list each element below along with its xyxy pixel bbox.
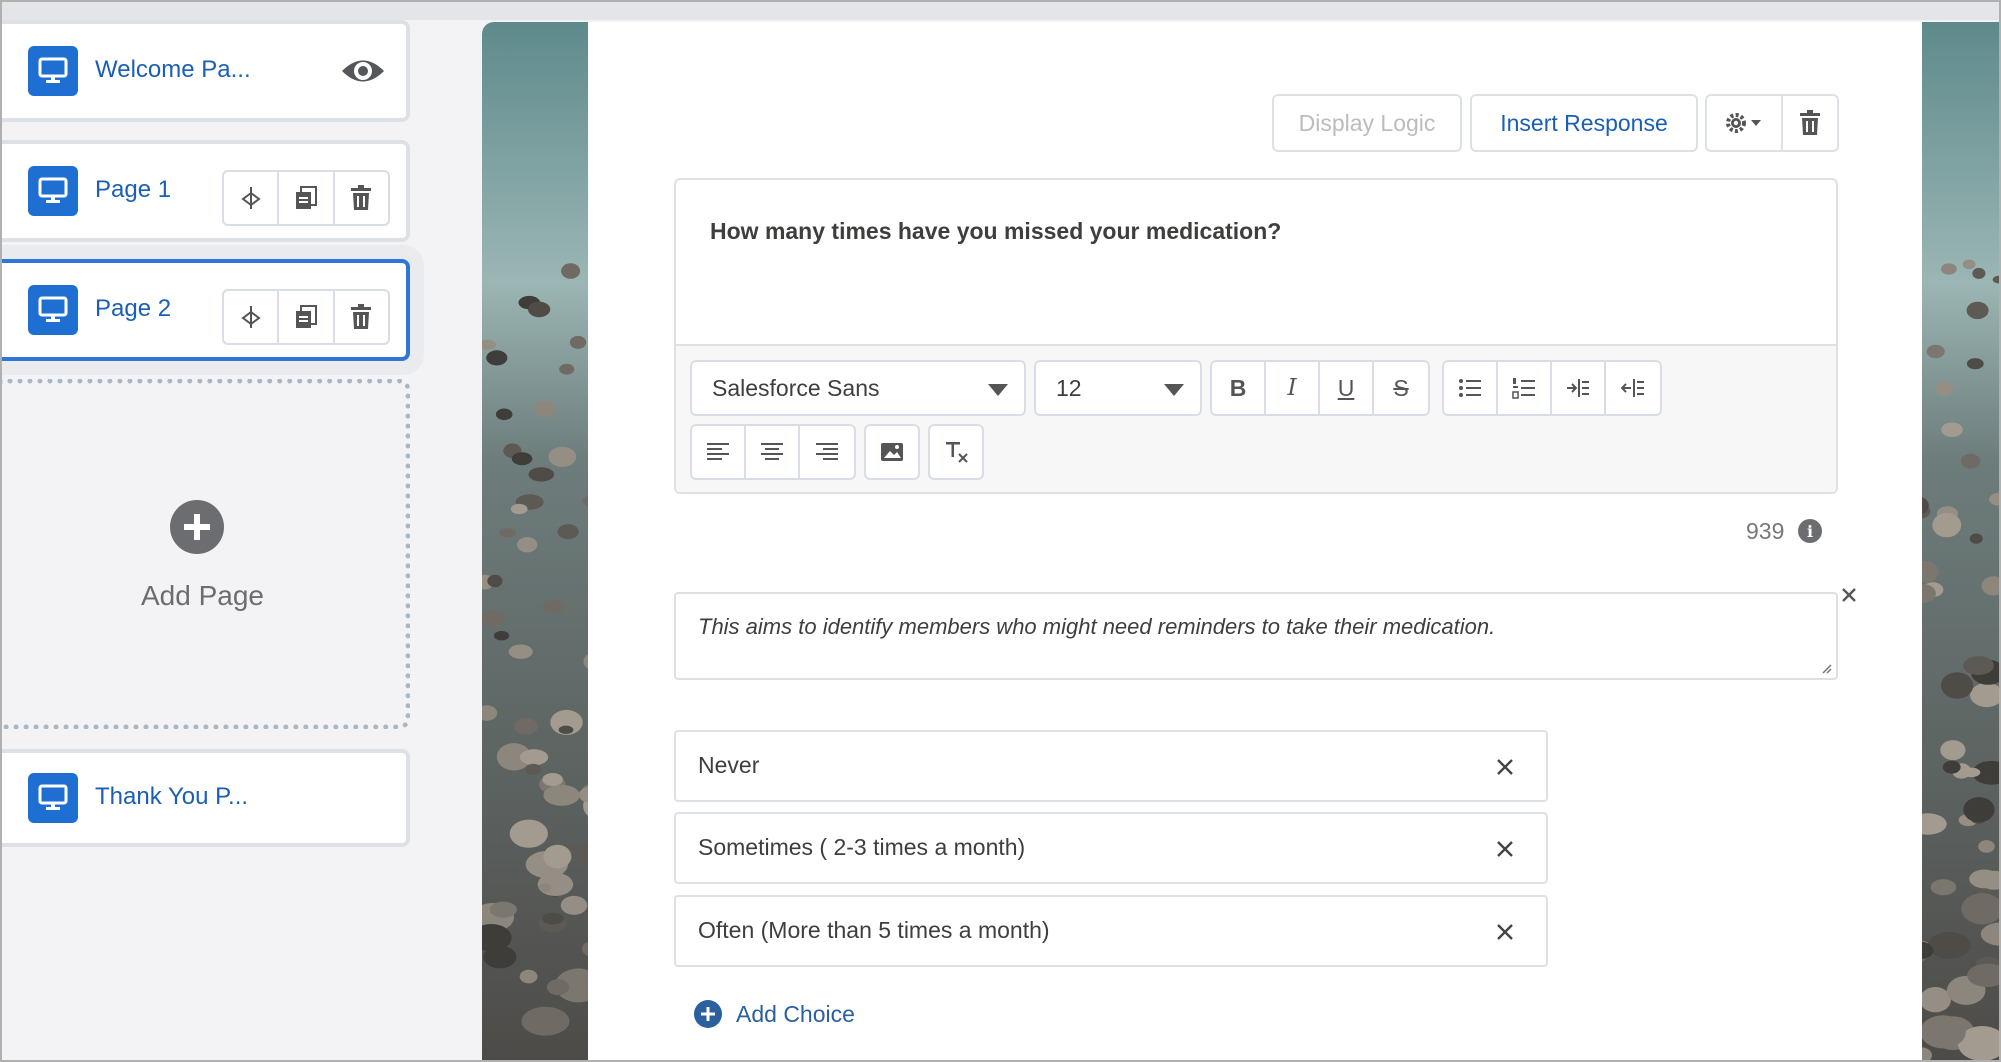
add-page-button[interactable]: Add Page [0, 379, 410, 729]
close-icon[interactable] [1496, 840, 1514, 858]
indent-icon[interactable] [1552, 362, 1606, 414]
settings-group [1705, 94, 1839, 152]
font-family-value: Salesforce Sans [712, 374, 880, 401]
font-size-select[interactable]: 12 [1034, 360, 1202, 416]
question-description: This aims to identify members who might … [698, 614, 1496, 639]
trash-icon[interactable] [335, 172, 388, 224]
branch-icon[interactable] [224, 291, 280, 343]
clear-format-group [928, 424, 984, 480]
trash-icon[interactable] [1783, 96, 1837, 150]
desktop-icon [28, 166, 78, 216]
align-center-icon[interactable] [746, 426, 800, 478]
strikethrough-icon[interactable]: S [1374, 362, 1428, 414]
page-card-page-2[interactable]: Page 2 [0, 259, 410, 361]
bold-icon[interactable]: B [1212, 362, 1266, 414]
close-icon[interactable] [1496, 923, 1514, 941]
choice-label: Often (More than 5 times a month) [698, 917, 1050, 943]
add-page-label: Add Page [141, 580, 264, 611]
copy-icon[interactable] [279, 172, 335, 224]
font-family-select[interactable]: Salesforce Sans [690, 360, 1026, 416]
choice-item[interactable]: Never [674, 730, 1548, 802]
choice-label: Sometimes ( 2-3 times a month) [698, 834, 1026, 860]
eye-icon[interactable] [340, 56, 386, 86]
image-group [864, 424, 920, 480]
page-label-welcome: Welcome Pa... [95, 56, 251, 83]
resize-handle-icon[interactable] [1820, 662, 1832, 674]
choice-label: Never [698, 752, 760, 778]
clear-formatting-icon[interactable] [930, 426, 982, 478]
align-left-icon[interactable] [692, 426, 746, 478]
desktop-icon [28, 285, 78, 335]
add-choice-label: Add Choice [736, 1000, 855, 1027]
close-icon[interactable] [1496, 758, 1514, 776]
plus-icon [170, 500, 224, 554]
text-format-group: B I U S [1210, 360, 1430, 416]
choice-item[interactable]: Sometimes ( 2-3 times a month) [674, 812, 1548, 884]
character-count: 939 [1746, 518, 1785, 544]
image-icon[interactable] [866, 426, 918, 478]
page-actions [222, 170, 390, 226]
page-label-thank-you: Thank You P... [95, 783, 249, 810]
chevron-down-icon [988, 384, 1008, 396]
outdent-icon[interactable] [1606, 362, 1660, 414]
question-editor: Display Logic Insert Response How many t… [588, 22, 1922, 1062]
question-rich-text-editor[interactable]: How many times have you missed your medi… [674, 178, 1838, 494]
list-format-group [1442, 360, 1662, 416]
page-label-page-1: Page 1 [95, 176, 172, 203]
close-icon[interactable] [1838, 584, 1860, 606]
branch-icon[interactable] [224, 172, 280, 224]
numbered-list-icon[interactable] [1498, 362, 1552, 414]
gear-icon[interactable] [1707, 96, 1783, 150]
align-group [690, 424, 856, 480]
bulleted-list-icon[interactable] [1444, 362, 1498, 414]
trash-icon[interactable] [335, 291, 388, 343]
question-text[interactable]: How many times have you missed your medi… [710, 218, 1281, 245]
align-right-icon[interactable] [800, 426, 854, 478]
add-choice-button[interactable]: Add Choice [694, 1000, 855, 1028]
display-logic-button[interactable]: Display Logic [1272, 94, 1462, 152]
top-band [0, 0, 2001, 20]
copy-icon[interactable] [279, 291, 335, 343]
rte-toolbar: Salesforce Sans 12 B I U S [676, 344, 1836, 492]
desktop-icon [28, 46, 78, 96]
chevron-down-icon [1164, 384, 1184, 396]
desktop-icon [28, 773, 78, 823]
italic-icon[interactable]: I [1266, 362, 1320, 414]
font-size-value: 12 [1056, 374, 1082, 401]
page-actions [222, 289, 390, 345]
page-card-welcome[interactable]: Welcome Pa... [0, 20, 410, 122]
info-icon[interactable]: i [1798, 519, 1822, 543]
question-description-field[interactable]: This aims to identify members who might … [674, 592, 1838, 680]
page-card-thank-you[interactable]: Thank You P... [0, 749, 410, 847]
page-card-page-1[interactable]: Page 1 [0, 140, 410, 242]
choice-item[interactable]: Often (More than 5 times a month) [674, 895, 1548, 967]
insert-response-button[interactable]: Insert Response [1470, 94, 1698, 152]
underline-icon[interactable]: U [1320, 362, 1374, 414]
plus-icon [694, 1000, 722, 1028]
page-label-page-2: Page 2 [95, 295, 172, 322]
